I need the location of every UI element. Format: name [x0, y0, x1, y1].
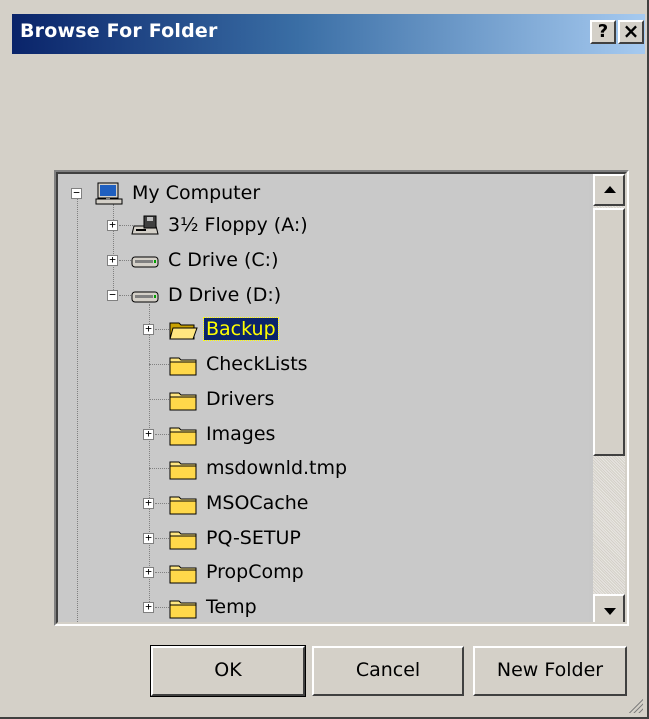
- resize-grip-icon[interactable]: [627, 697, 643, 713]
- expand-toggle-backup[interactable]: +: [143, 323, 154, 335]
- folder-icon: [168, 457, 198, 481]
- tree-node-label: 3½ Floppy (A:): [168, 214, 308, 236]
- scroll-up-button[interactable]: [593, 174, 625, 206]
- tree-node-label: Images: [206, 423, 276, 445]
- expand-toggle-floppy[interactable]: +: [107, 219, 118, 231]
- vertical-scrollbar[interactable]: [593, 174, 625, 622]
- tree-line: [155, 329, 169, 330]
- ok-button[interactable]: OK: [150, 645, 306, 697]
- tree-node-label: Drivers: [206, 388, 275, 410]
- tree-line: [155, 572, 169, 573]
- scrollbar-thumb[interactable]: [593, 208, 625, 456]
- hard-drive-icon: [130, 284, 160, 308]
- browse-for-folder-dialog: Browse For Folder ? × − My Computer + 3½…: [0, 0, 649, 719]
- hard-drive-icon: [130, 249, 160, 273]
- arrow-up-icon: [604, 186, 616, 193]
- cancel-button[interactable]: Cancel: [312, 646, 464, 696]
- tree-node-label: PropComp: [206, 561, 304, 583]
- folder-icon: [168, 561, 198, 585]
- folder-icon: [168, 596, 198, 620]
- tree-line: [149, 399, 169, 400]
- scroll-down-button[interactable]: [593, 594, 625, 622]
- folder-icon: [168, 527, 198, 551]
- tree-view-area[interactable]: − My Computer + 3½ Floppy (A:) + C Drive…: [58, 174, 589, 622]
- folder-icon: [168, 388, 198, 412]
- title-bar[interactable]: Browse For Folder ? ×: [12, 14, 645, 54]
- tree-line: [155, 434, 169, 435]
- floppy-drive-icon: [130, 214, 160, 238]
- expand-toggle-propcomp[interactable]: +: [143, 566, 154, 578]
- computer-icon: [94, 182, 124, 206]
- tree-node-label: My Computer: [132, 182, 261, 204]
- dialog-title: Browse For Folder: [20, 20, 218, 42]
- folder-icon: [168, 423, 198, 447]
- tree-node-label: msdownld.tmp: [206, 457, 348, 479]
- arrow-down-icon: [604, 608, 616, 615]
- new-folder-label: New Folder: [496, 659, 604, 681]
- tree-node-label: C Drive (C:): [168, 249, 279, 271]
- expand-toggle-pq-setup[interactable]: +: [143, 532, 154, 544]
- tree-line: [77, 196, 78, 622]
- tree-node-label-selected: Backup: [203, 317, 279, 341]
- expand-toggle-temp[interactable]: +: [143, 601, 154, 613]
- tree-node-label: Temp: [206, 596, 257, 618]
- help-button[interactable]: ?: [590, 20, 616, 44]
- expand-toggle-c-drive[interactable]: +: [107, 254, 118, 266]
- new-folder-button[interactable]: New Folder: [473, 646, 627, 696]
- close-button[interactable]: ×: [618, 20, 644, 44]
- tree-line: [149, 304, 150, 604]
- tree-line: [155, 607, 169, 608]
- tree-node-label: PQ-SETUP: [206, 527, 301, 549]
- tree-node-label: D Drive (D:): [168, 284, 282, 306]
- tree-line: [149, 468, 169, 469]
- tree-node-label: MSOCache: [206, 492, 309, 514]
- tree-line: [155, 503, 169, 504]
- collapse-toggle-d-drive[interactable]: −: [107, 289, 118, 301]
- tree-line: [155, 538, 169, 539]
- tree-line: [149, 364, 169, 365]
- open-folder-icon: [168, 318, 198, 342]
- folder-icon: [168, 353, 198, 377]
- folder-icon: [168, 492, 198, 516]
- expand-toggle-msocache[interactable]: +: [143, 497, 154, 509]
- folder-tree[interactable]: − My Computer + 3½ Floppy (A:) + C Drive…: [56, 172, 627, 624]
- collapse-toggle-my-computer[interactable]: −: [71, 187, 82, 199]
- tree-node-label: CheckLists: [206, 353, 308, 375]
- expand-toggle-images[interactable]: +: [143, 428, 154, 440]
- folder-tree-frame: − My Computer + 3½ Floppy (A:) + C Drive…: [54, 170, 629, 626]
